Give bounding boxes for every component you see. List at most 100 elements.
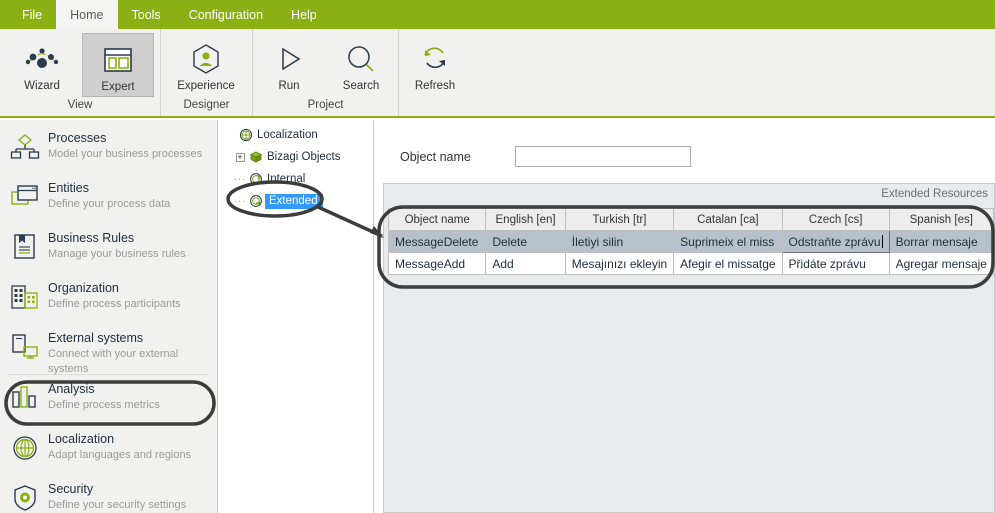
tree-connector: ···: [233, 195, 247, 207]
bizagi-objects-icon: [247, 150, 265, 164]
tree-node-extended-label: Extended: [265, 193, 323, 209]
ribbon-group-refresh-label: [399, 97, 476, 99]
sidebar-item-business-rules-title: Business Rules: [48, 231, 135, 245]
wizard-button[interactable]: Wizard: [6, 33, 78, 92]
experience-button-label: Experience: [177, 80, 235, 92]
object-name-input[interactable]: [515, 146, 691, 167]
localization-node-icon: [237, 128, 255, 142]
run-icon: [270, 39, 308, 79]
sidebar-item-external-systems-title: External systems: [48, 331, 144, 345]
tree-node-localization[interactable]: Localization: [223, 124, 373, 146]
expander-glyph: +: [237, 151, 243, 162]
sidebar-item-analysis-subtitle: Define process metrics: [48, 399, 160, 411]
localization-tree-panel: Localization + Bizagi Objects ··· Intern…: [219, 120, 374, 513]
cell-czech[interactable]: Přidáte zprávu: [781, 252, 890, 275]
ribbon-group-view: Wizard Expert View: [0, 29, 160, 116]
entities-icon: [10, 180, 44, 217]
menu-bar: File Home Tools Configuration Help: [0, 0, 995, 29]
sidebar-navigation: Processes Model your business processes …: [0, 120, 218, 513]
column-header-spanish[interactable]: Spanish [es]: [888, 208, 995, 231]
organization-icon: [10, 280, 44, 317]
ribbon-group-refresh: Refresh: [398, 29, 476, 116]
cell-turkish[interactable]: İletiyi silin: [564, 230, 675, 253]
menu-tab-file[interactable]: File: [8, 0, 56, 29]
tree-connector: ···: [233, 173, 247, 185]
cell-catalan[interactable]: Suprimeix el miss: [673, 230, 783, 253]
sidebar-item-organization-title: Organization: [48, 281, 119, 295]
extended-resources-title: Extended Resources: [881, 188, 988, 200]
run-button[interactable]: Run: [253, 33, 325, 92]
search-button-label: Search: [342, 80, 380, 92]
column-header-czech[interactable]: Czech [cs]: [781, 208, 890, 231]
menu-tab-configuration[interactable]: Configuration: [175, 0, 277, 29]
processes-icon: [10, 130, 44, 167]
cell-object-name[interactable]: MessageAdd: [387, 252, 487, 275]
cell-turkish[interactable]: Mesajınızı ekleyin: [564, 252, 675, 275]
cell-catalan[interactable]: Afegir el missatge: [673, 252, 783, 275]
cell-english[interactable]: Add: [485, 252, 566, 275]
cell-object-name[interactable]: MessageDelete: [387, 230, 487, 253]
refresh-button-label: Refresh: [414, 80, 456, 92]
main-content-panel: Object name Extended Resources Object na…: [375, 120, 995, 513]
search-button[interactable]: Search: [325, 33, 397, 92]
sidebar-item-localization-title: Localization: [48, 432, 115, 446]
sidebar-item-organization[interactable]: Organization Define process participants: [0, 274, 217, 324]
sidebar-item-processes[interactable]: Processes Model your business processes: [0, 124, 217, 174]
external-systems-icon: [10, 330, 44, 367]
object-name-label: Object name: [400, 149, 471, 164]
ribbon-group-view-label: View: [67, 99, 93, 111]
tree-node-internal-label: Internal: [267, 173, 306, 185]
tree-node-bizagi-objects-label: Bizagi Objects: [267, 151, 341, 163]
table-row[interactable]: MessageDelete Delete İletiyi silin Supri…: [387, 230, 995, 253]
sidebar-item-localization-subtitle: Adapt languages and regions: [48, 449, 192, 461]
wizard-icon: [22, 39, 62, 79]
ribbon-group-designer-label: Designer: [183, 99, 230, 111]
menu-tab-home-label: Home: [70, 7, 104, 22]
expander-plus-icon[interactable]: +: [233, 151, 247, 162]
menu-tab-configuration-label: Configuration: [188, 7, 264, 22]
sidebar-item-processes-title: Processes: [48, 131, 107, 145]
ribbon-group-project-label: Project: [307, 99, 344, 111]
menu-tab-help[interactable]: Help: [277, 0, 331, 29]
cell-czech-editing[interactable]: Odstraňte zprávu: [781, 230, 890, 253]
experience-icon: [187, 39, 225, 79]
cell-spanish[interactable]: Borrar mensaje: [888, 230, 995, 253]
column-header-catalan[interactable]: Catalan [ca]: [673, 208, 783, 231]
tree-node-internal[interactable]: ··· Internal: [223, 168, 373, 190]
tree-node-bizagi-objects[interactable]: + Bizagi Objects: [223, 146, 373, 168]
experience-button[interactable]: Experience: [161, 33, 251, 92]
menu-tab-tools[interactable]: Tools: [118, 0, 175, 29]
sidebar-item-analysis[interactable]: Analysis Define process metrics: [0, 375, 217, 425]
object-name-filter-row: Object name: [400, 146, 691, 167]
table-row[interactable]: MessageAdd Add Mesajınızı ekleyin Afegir…: [387, 252, 995, 275]
menu-tab-home[interactable]: Home: [56, 0, 118, 29]
sidebar-item-business-rules[interactable]: Business Rules Manage your business rule…: [0, 224, 217, 274]
column-header-object-name[interactable]: Object name: [387, 208, 487, 231]
sidebar-item-security-title: Security: [48, 482, 94, 496]
sidebar-item-entities-title: Entities: [48, 181, 89, 195]
text-caret: [881, 234, 883, 248]
tree-node-extended[interactable]: ··· Extended: [223, 190, 373, 212]
column-header-english[interactable]: English [en]: [485, 208, 566, 231]
ribbon-group-designer: Experience Designer: [160, 29, 252, 116]
sidebar-item-external-systems[interactable]: External systems Connect with your exter…: [0, 324, 217, 375]
cell-english[interactable]: Delete: [485, 230, 566, 253]
business-rules-icon: [10, 230, 44, 267]
sidebar-item-business-rules-subtitle: Manage your business rules: [48, 248, 186, 260]
expert-button[interactable]: Expert: [82, 33, 154, 97]
refresh-button[interactable]: Refresh: [399, 33, 471, 92]
expert-icon: [101, 40, 135, 80]
cell-spanish[interactable]: Agregar mensaje: [888, 252, 995, 275]
menu-tab-help-label: Help: [291, 7, 317, 22]
ribbon-group-project: Run Search Project: [252, 29, 398, 116]
sidebar-item-security[interactable]: Security Define your security settings: [0, 475, 217, 513]
resources-grid: Object name English [en] Turkish [tr] Ca…: [387, 208, 995, 275]
grid-header-row: Object name English [en] Turkish [tr] Ca…: [387, 208, 995, 231]
extended-resources-panel: Extended Resources Object name English […: [383, 183, 995, 513]
wizard-button-label: Wizard: [24, 80, 60, 92]
sidebar-item-localization[interactable]: Localization Adapt languages and regions: [0, 425, 217, 475]
application-window: File Home Tools Configuration Help Wizar…: [0, 0, 995, 513]
sidebar-item-entities[interactable]: Entities Define your process data: [0, 174, 217, 224]
column-header-turkish[interactable]: Turkish [tr]: [564, 208, 675, 231]
sidebar-item-external-systems-subtitle: Connect with your external systems: [48, 348, 179, 375]
